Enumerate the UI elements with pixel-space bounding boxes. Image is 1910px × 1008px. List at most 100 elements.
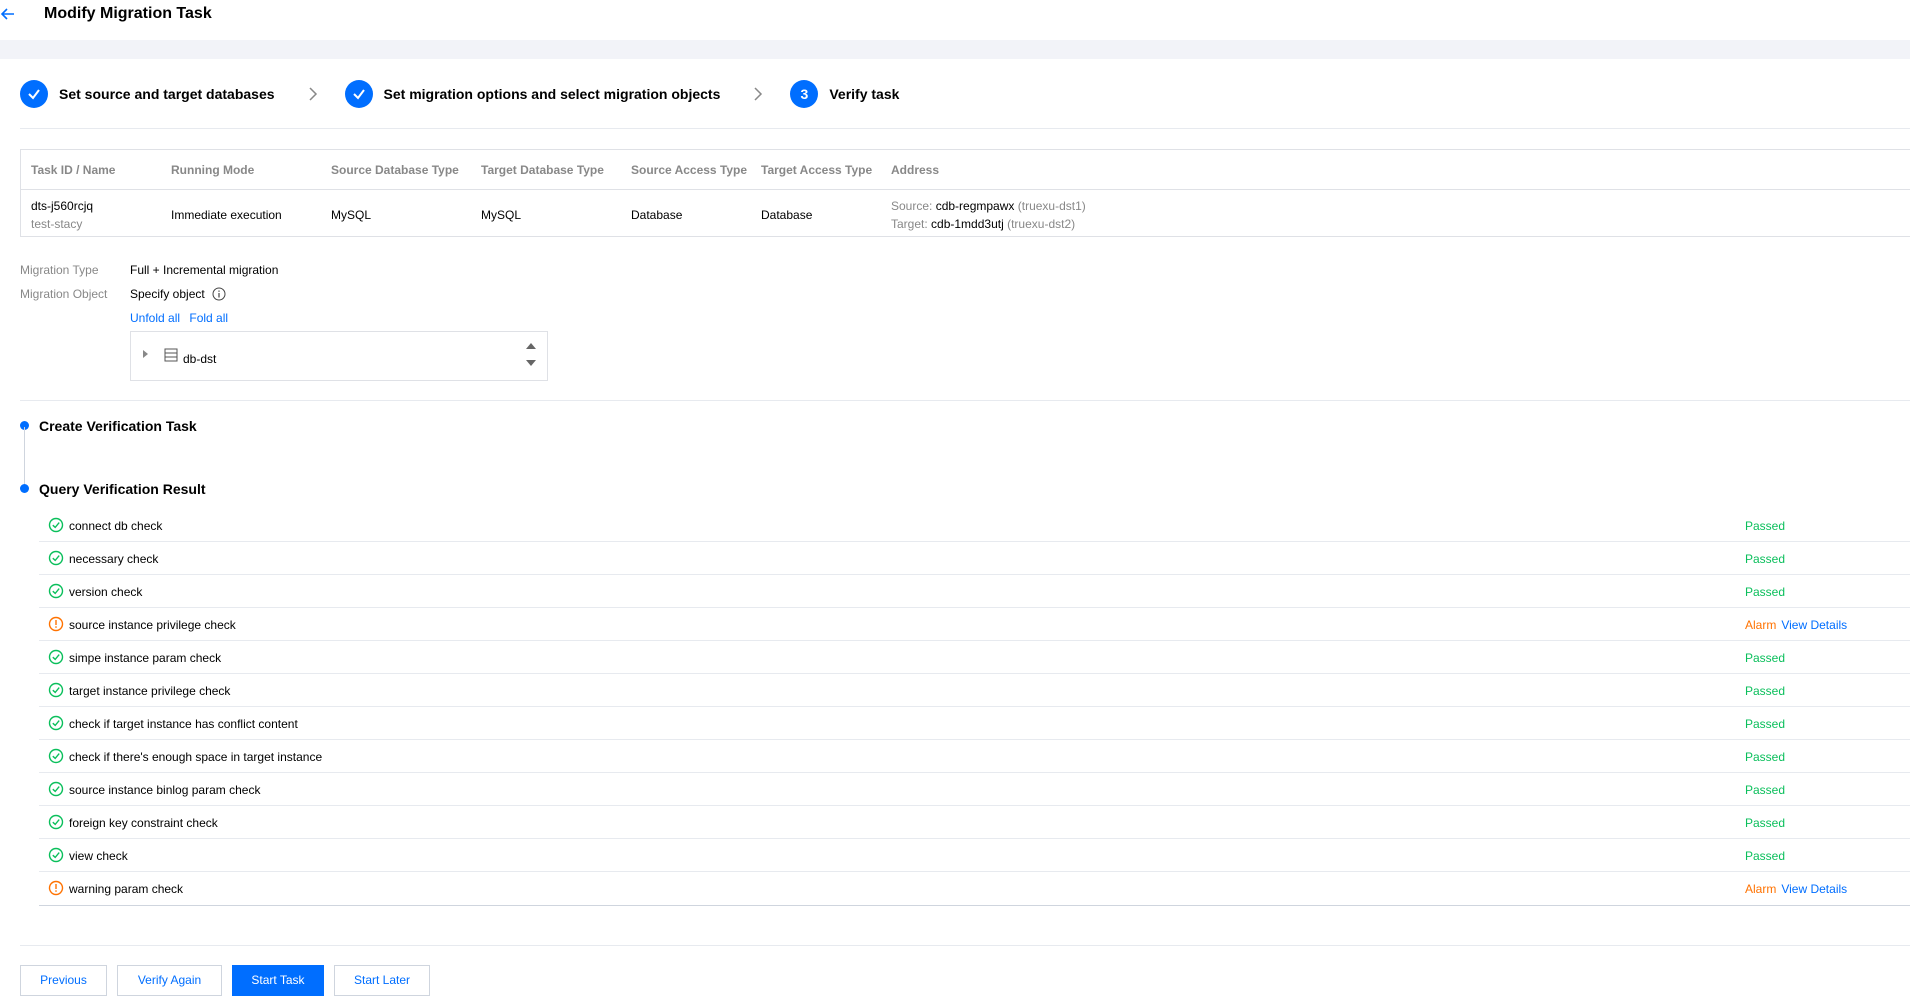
- migration-object-label: Migration Object: [20, 287, 108, 301]
- step-verify-task: 3 Verify task: [790, 78, 899, 110]
- check-name: necessary check: [69, 552, 159, 566]
- check-row: simpe instance param check Passed: [39, 641, 1910, 674]
- check-circle-icon: [48, 583, 64, 599]
- check-status-cell: Alarm View Details: [1745, 618, 1847, 632]
- scroll-up-arrow-icon[interactable]: [526, 343, 536, 349]
- column-header: Task ID / Name: [31, 163, 116, 177]
- step-set-databases: Set source and target databases: [20, 78, 275, 110]
- check-row: check if there's enough space in target …: [39, 740, 1910, 773]
- step-label: Verify task: [829, 86, 900, 102]
- check-circle-icon: [48, 649, 64, 665]
- task-id: dts-j560rcjq: [31, 199, 94, 213]
- view-details-link[interactable]: View Details: [1781, 618, 1847, 632]
- divider: [20, 945, 1910, 946]
- source-label: Source:: [891, 199, 933, 213]
- status-text: Passed: [1745, 783, 1786, 797]
- target-label: Target:: [891, 217, 928, 231]
- database-icon: [164, 348, 178, 362]
- check-circle-icon: [48, 715, 64, 731]
- check-circle-icon: [48, 682, 64, 698]
- view-details-link[interactable]: View Details: [1781, 882, 1847, 896]
- source-address: Source: cdb-regmpawx (truexu-dst1): [891, 199, 1086, 213]
- column-header: Source Database Type: [331, 163, 459, 177]
- timeline-dot: [20, 484, 29, 493]
- migration-type-value: Full + Incremental migration: [130, 263, 279, 277]
- check-row: connect db check Passed: [39, 509, 1910, 542]
- status-text: Alarm: [1745, 618, 1777, 632]
- divider: [20, 400, 1910, 401]
- migration-object-value: Specify object: [130, 287, 226, 301]
- check-icon: [344, 80, 373, 108]
- query-verification-title: Query Verification Result: [39, 481, 206, 497]
- task-info-table: Task ID / Name Running Mode Source Datab…: [20, 149, 1910, 237]
- check-name: simpe instance param check: [69, 651, 222, 665]
- check-name: warning param check: [69, 882, 184, 896]
- check-status-cell: Passed: [1745, 816, 1785, 830]
- check-circle-icon: [48, 781, 64, 797]
- check-row: foreign key constraint check Passed: [39, 806, 1910, 839]
- status-text: Passed: [1745, 585, 1786, 599]
- migration-object-text: Specify object: [130, 287, 205, 301]
- check-row: check if target instance has conflict co…: [39, 707, 1910, 740]
- status-text: Passed: [1745, 552, 1786, 566]
- check-row: view check Passed: [39, 839, 1910, 872]
- step-label: Set migration options and select migrati…: [383, 86, 721, 102]
- target-db-type: MySQL: [481, 208, 522, 222]
- source-db-type: MySQL: [331, 208, 372, 222]
- warning-circle-icon: [48, 616, 64, 632]
- page-header: Modify Migration Task: [0, 0, 1910, 40]
- check-status-cell: Passed: [1745, 651, 1785, 665]
- source-access-type: Database: [631, 208, 683, 222]
- check-name: connect db check: [69, 519, 163, 533]
- check-row: target instance privilege check Passed: [39, 674, 1910, 707]
- start-later-button[interactable]: Start Later: [334, 965, 430, 996]
- check-circle-icon: [48, 814, 64, 830]
- column-header: Address: [891, 163, 940, 177]
- start-task-button[interactable]: Start Task: [232, 965, 324, 996]
- status-text: Passed: [1745, 519, 1786, 533]
- check-status-cell: Passed: [1745, 783, 1785, 797]
- scroll-down-arrow-icon[interactable]: [526, 360, 536, 366]
- arrow-left-icon[interactable]: [0, 4, 20, 24]
- check-circle-icon: [48, 847, 64, 863]
- warning-circle-icon: [48, 880, 64, 896]
- check-circle-icon: [48, 517, 64, 533]
- info-icon[interactable]: [212, 287, 226, 301]
- migration-type-label: Migration Type: [20, 263, 99, 277]
- column-header: Source Access Type: [631, 163, 748, 177]
- page-title: Modify Migration Task: [44, 5, 212, 22]
- status-text: Passed: [1745, 750, 1786, 764]
- status-text: Passed: [1745, 849, 1786, 863]
- check-status-cell: Alarm View Details: [1745, 882, 1847, 896]
- check-name: target instance privilege check: [69, 684, 231, 698]
- check-row: warning param check Alarm View Details: [39, 872, 1910, 905]
- check-name: check if there's enough space in target …: [69, 750, 323, 764]
- table-header: Task ID / Name Running Mode Source Datab…: [21, 150, 1910, 190]
- check-row: source instance privilege check Alarm View…: [39, 608, 1910, 641]
- unfold-all-link[interactable]: Unfold all: [130, 311, 180, 325]
- task-name: test-stacy: [31, 217, 83, 231]
- create-verification-title: Create Verification Task: [39, 418, 197, 434]
- target-instance: cdb-1mdd3utj: [931, 217, 1004, 231]
- step-label: Set source and target databases: [59, 86, 275, 102]
- check-name: source instance binlog param check: [69, 783, 261, 797]
- running-mode: Immediate execution: [171, 208, 282, 222]
- target-access-type: Database: [761, 208, 813, 222]
- check-circle-icon: [48, 748, 64, 764]
- check-status-cell: Passed: [1745, 585, 1785, 599]
- step-migration-options: Set migration options and select migrati…: [344, 78, 721, 110]
- caret-right-icon[interactable]: [143, 350, 148, 358]
- check-name: view check: [69, 849, 128, 863]
- step-number: 3: [790, 80, 819, 108]
- check-circle-icon: [48, 550, 64, 566]
- status-text: Passed: [1745, 816, 1786, 830]
- tree-item-db-dst[interactable]: db-dst: [183, 352, 216, 366]
- check-status-cell: Passed: [1745, 750, 1785, 764]
- target-address: Target: cdb-1mdd3utj (truexu-dst2): [891, 217, 1075, 231]
- check-status-cell: Passed: [1745, 849, 1785, 863]
- check-name: version check: [69, 585, 143, 599]
- verify-again-button[interactable]: Verify Again: [117, 965, 222, 996]
- status-text: Passed: [1745, 717, 1786, 731]
- fold-all-link[interactable]: Fold all: [189, 311, 228, 325]
- previous-button[interactable]: Previous: [20, 965, 107, 996]
